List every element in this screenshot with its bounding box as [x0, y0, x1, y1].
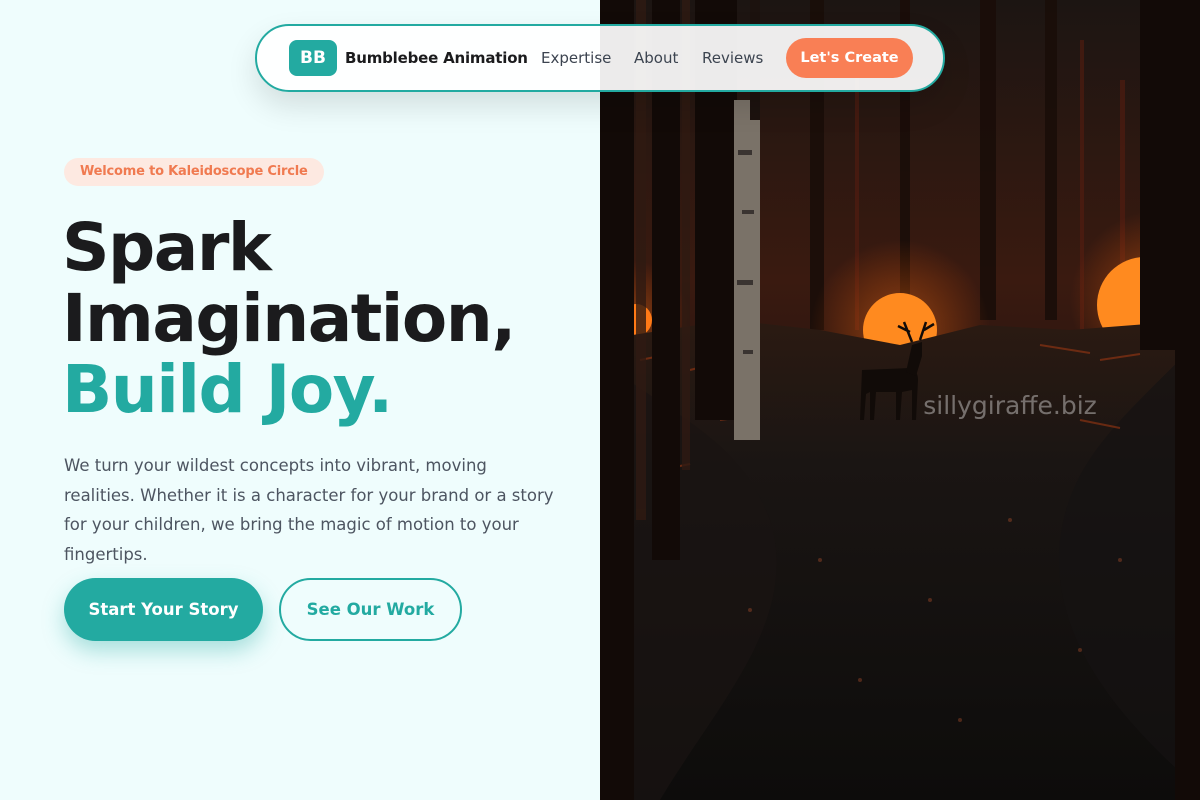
forest-deer-illustration: sillygiraffe.biz [600, 0, 1200, 800]
start-your-story-button[interactable]: Start Your Story [64, 578, 263, 641]
watermark-text: sillygiraffe.biz [923, 391, 1097, 420]
hero-headline: Spark Imagination, Build Joy. [62, 212, 582, 425]
nav-link-expertise[interactable]: Expertise [541, 26, 611, 90]
hero-description: We turn your wildest concepts into vibra… [64, 456, 554, 564]
headline-line-1: Spark [62, 209, 272, 286]
see-our-work-button[interactable]: See Our Work [279, 578, 462, 641]
hero-image: sillygiraffe.biz [600, 0, 1200, 800]
nav-link-reviews[interactable]: Reviews [702, 26, 763, 90]
headline-accent: Build Joy. [62, 351, 393, 428]
hero-section: Welcome to Kaleidoscope Circle Spark Ima… [0, 0, 600, 800]
nav-link-about[interactable]: About [634, 26, 678, 90]
lets-create-button[interactable]: Let's Create [786, 38, 913, 78]
logo-badge[interactable]: BB [289, 40, 337, 76]
welcome-badge: Welcome to Kaleidoscope Circle [64, 158, 324, 186]
top-navigation: BB Bumblebee Animation Expertise About R… [255, 24, 945, 92]
brand-name[interactable]: Bumblebee Animation [345, 26, 528, 90]
headline-line-2: Imagination, [62, 280, 516, 357]
